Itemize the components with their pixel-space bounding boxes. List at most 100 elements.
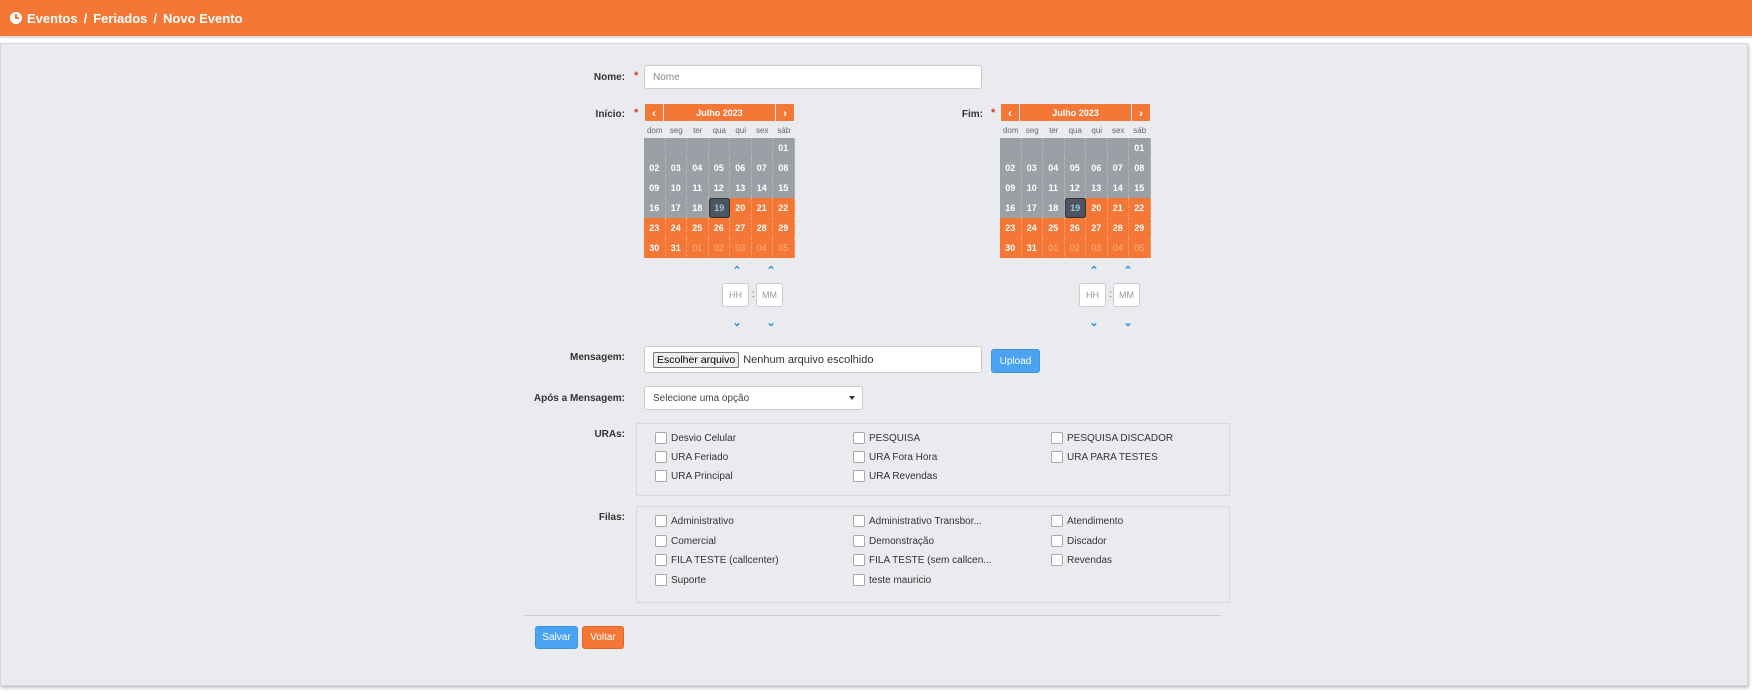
calendar-day[interactable]: 23	[644, 218, 666, 238]
ura-checkbox[interactable]: PESQUISA DISCADOR	[1051, 432, 1173, 444]
calendar-day[interactable]: 30	[1000, 238, 1022, 258]
calendar-day[interactable]: 24	[1021, 218, 1043, 238]
calendar-day[interactable]: 02	[708, 238, 730, 258]
calendar-day[interactable]: 25	[687, 218, 709, 238]
calendar-day[interactable]: 05	[773, 238, 795, 258]
checkbox-icon[interactable]	[655, 515, 667, 527]
calendar-day[interactable]: 26	[708, 218, 730, 238]
hour-up-icon[interactable]: ⌃	[1087, 266, 1101, 277]
checkbox-icon[interactable]	[655, 470, 667, 482]
checkbox-icon[interactable]	[1051, 515, 1063, 527]
calendar-day[interactable]: 21	[1107, 198, 1129, 218]
chevron-right-icon[interactable]: ›	[775, 103, 795, 122]
calendar-day[interactable]: 30	[644, 238, 666, 258]
calendar-day[interactable]: 25	[1043, 218, 1065, 238]
mensagem-file-input[interactable]: Escolher arquivo Nenhum arquivo escolhid…	[644, 346, 982, 373]
fim-minute-input[interactable]: MM	[1113, 283, 1140, 307]
checkbox-icon[interactable]	[655, 554, 667, 566]
choose-file-button[interactable]: Escolher arquivo	[653, 351, 740, 368]
checkbox-icon[interactable]	[655, 451, 667, 463]
fila-checkbox[interactable]: Administrativo Transbor...	[853, 515, 982, 527]
hour-up-icon[interactable]: ⌃	[730, 266, 744, 277]
calendar-day[interactable]: 02	[1064, 238, 1086, 258]
calendar-day[interactable]: 05	[1129, 238, 1151, 258]
checkbox-icon[interactable]	[1051, 451, 1063, 463]
calendar-day[interactable]: 22	[773, 198, 795, 218]
calendar-day[interactable]: 31	[665, 238, 687, 258]
calendar-day[interactable]: 28	[1107, 218, 1129, 238]
checkbox-icon[interactable]	[1051, 432, 1063, 444]
calendar-day[interactable]: 29	[1129, 218, 1151, 238]
inicio-hour-input[interactable]: HH	[722, 283, 749, 307]
calendar-day[interactable]: 22	[1129, 198, 1151, 218]
calendar-day[interactable]: 24	[665, 218, 687, 238]
calendar-day[interactable]: 27	[730, 218, 752, 238]
calendar-day[interactable]: 23	[1000, 218, 1022, 238]
calendar-day[interactable]: 03	[1086, 238, 1108, 258]
calendar-day[interactable]: 26	[1064, 218, 1086, 238]
calendar-day[interactable]: 29	[773, 218, 795, 238]
fila-checkbox[interactable]: Comercial	[655, 535, 716, 547]
breadcrumb-feriados[interactable]: Feriados	[93, 11, 147, 26]
fila-checkbox[interactable]: FILA TESTE (callcenter)	[655, 554, 779, 566]
calendar-day[interactable]: 03	[730, 238, 752, 258]
checkbox-icon[interactable]	[853, 515, 865, 527]
calendar-day[interactable]: 19	[1064, 198, 1086, 218]
calendar-day[interactable]: 01	[687, 238, 709, 258]
checkbox-icon[interactable]	[655, 574, 667, 586]
calendar-day[interactable]: 04	[751, 238, 773, 258]
calendar-day[interactable]: 21	[751, 198, 773, 218]
calendar-month-title[interactable]: Julho 2023	[1020, 103, 1131, 122]
nome-input[interactable]: Nome	[644, 65, 982, 89]
checkbox-icon[interactable]	[655, 535, 667, 547]
apos-mensagem-select[interactable]: Selecione uma opção	[644, 386, 863, 410]
calendar-day[interactable]: 01	[1043, 238, 1065, 258]
calendar-month-title[interactable]: Julho 2023	[664, 103, 775, 122]
minute-up-icon[interactable]: ⌃	[764, 266, 778, 277]
back-button[interactable]: Voltar	[582, 626, 624, 649]
ura-checkbox[interactable]: URA Feriado	[655, 451, 728, 463]
ura-checkbox[interactable]: URA PARA TESTES	[1051, 451, 1158, 463]
calendar-day[interactable]: 04	[1107, 238, 1129, 258]
checkbox-icon[interactable]	[853, 432, 865, 444]
minute-up-icon[interactable]: ⌃	[1121, 266, 1135, 277]
fila-checkbox[interactable]: Administrativo	[655, 515, 734, 527]
calendar-day[interactable]: 20	[730, 198, 752, 218]
ura-checkbox[interactable]: Desvio Celular	[655, 432, 736, 444]
chevron-right-icon[interactable]: ›	[1131, 103, 1151, 122]
fila-checkbox[interactable]: Discador	[1051, 535, 1106, 547]
hour-down-icon[interactable]: ⌄	[1087, 318, 1101, 329]
calendar-day[interactable]: 19	[708, 198, 730, 218]
checkbox-icon[interactable]	[655, 432, 667, 444]
fila-checkbox[interactable]: Revendas	[1051, 554, 1112, 566]
fila-checkbox[interactable]: Atendimento	[1051, 515, 1123, 527]
fila-checkbox[interactable]: Demonstração	[853, 535, 934, 547]
ura-checkbox[interactable]: URA Principal	[655, 470, 733, 482]
calendar-day[interactable]: 28	[751, 218, 773, 238]
fila-checkbox[interactable]: FILA TESTE (sem callcen...	[853, 554, 992, 566]
fim-hour-input[interactable]: HH	[1079, 283, 1106, 307]
fila-checkbox[interactable]: Suporte	[655, 574, 706, 586]
hour-down-icon[interactable]: ⌄	[730, 318, 744, 329]
checkbox-icon[interactable]	[853, 554, 865, 566]
calendar-day[interactable]: 31	[1021, 238, 1043, 258]
minute-down-icon[interactable]: ⌄	[764, 318, 778, 329]
minute-down-icon[interactable]: ⌄	[1121, 318, 1135, 329]
chevron-left-icon[interactable]: ‹	[1000, 103, 1020, 122]
chevron-left-icon[interactable]: ‹	[644, 103, 664, 122]
ura-checkbox[interactable]: PESQUISA	[853, 432, 920, 444]
checkbox-icon[interactable]	[853, 574, 865, 586]
ura-checkbox[interactable]: URA Revendas	[853, 470, 937, 482]
fila-checkbox[interactable]: teste mauricio	[853, 574, 931, 586]
breadcrumb-eventos[interactable]: Eventos	[27, 11, 78, 26]
checkbox-icon[interactable]	[1051, 554, 1063, 566]
calendar-day[interactable]: 27	[1086, 218, 1108, 238]
ura-checkbox[interactable]: URA Fora Hora	[853, 451, 937, 463]
calendar-day[interactable]: 20	[1086, 198, 1108, 218]
checkbox-icon[interactable]	[1051, 535, 1063, 547]
save-button[interactable]: Salvar	[535, 626, 578, 649]
checkbox-icon[interactable]	[853, 470, 865, 482]
upload-button[interactable]: Upload	[991, 349, 1040, 373]
checkbox-icon[interactable]	[853, 535, 865, 547]
checkbox-icon[interactable]	[853, 451, 865, 463]
